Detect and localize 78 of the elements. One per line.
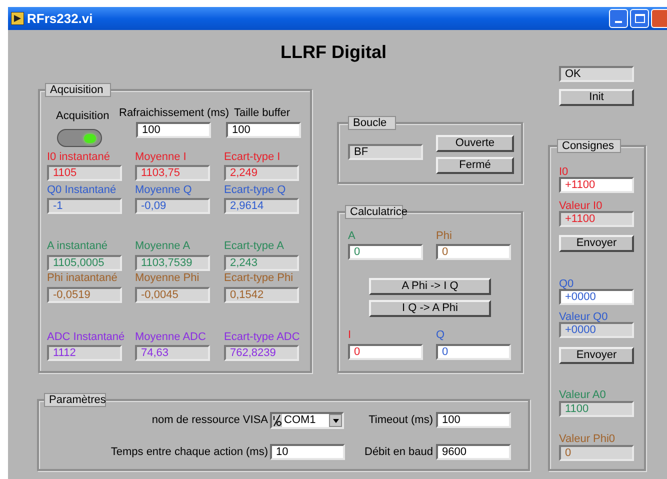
panel-title: LLRF Digital: [280, 42, 388, 62]
indicator-field: 0,1542: [224, 287, 299, 303]
field-label: Ecart-type A: [224, 240, 284, 253]
group-label: Paramètres: [44, 393, 106, 407]
panel-button[interactable]: Fermé: [436, 157, 514, 174]
panel-button[interactable]: Init: [559, 89, 634, 106]
field-label: Moyenne Phi: [135, 272, 200, 285]
field-label: Ecart-type Q: [224, 184, 286, 197]
field-label: Ecart-type ADC: [224, 331, 300, 344]
field-label: Valeur I0: [559, 200, 602, 213]
indicator-field: 0: [559, 445, 634, 461]
field-label: Temps entre chaque action (ms): [110, 446, 268, 459]
field-label: Timeout (ms): [368, 414, 433, 427]
input-field[interactable]: 10: [270, 444, 345, 460]
group-label: Consignes: [557, 139, 621, 153]
field-label: Q: [436, 329, 445, 342]
indicator-field: BF: [348, 144, 423, 160]
input-field[interactable]: 0: [348, 244, 423, 260]
field-label: I0: [559, 166, 568, 179]
indicator-field: +0000: [559, 322, 634, 338]
indicator-field: -1: [47, 198, 122, 214]
indicator-field: OK: [559, 66, 634, 82]
field-label: nom de ressource VISA: [152, 414, 268, 427]
field-label: Acquisition: [56, 110, 110, 123]
panel-button[interactable]: I Q -> A Phi: [369, 300, 491, 317]
group-label: Boucle: [348, 116, 396, 130]
input-field[interactable]: 0: [348, 344, 423, 360]
input-field[interactable]: 9600: [436, 444, 511, 460]
field-label: Rafraichissement (ms): [119, 107, 230, 120]
input-field[interactable]: +1100: [559, 177, 634, 193]
field-label: Moyenne Q: [135, 184, 192, 197]
input-field[interactable]: 100: [226, 122, 301, 138]
indicator-field: 1103,75: [135, 165, 210, 181]
indicator-field: -0,09: [135, 198, 210, 214]
field-label: Phi: [436, 230, 452, 243]
field-label: Moyenne A: [135, 240, 190, 253]
field-label: A: [348, 230, 356, 243]
field-label: Taille buffer: [234, 107, 290, 120]
field-label: Phi inatantané: [47, 272, 118, 285]
indicator-field: 1105,0005: [47, 255, 122, 271]
field-label: ADC Instantané: [47, 331, 125, 344]
indicator-field: -0,0045: [135, 287, 210, 303]
indicator-field: 74,63: [135, 345, 210, 361]
indicator-field: 1100: [559, 401, 634, 417]
field-label: A instantané: [47, 240, 108, 253]
field-label: Moyenne I: [135, 151, 186, 164]
field-label: Q0 Instantané: [47, 184, 116, 197]
field-label: Débit en baud: [364, 446, 433, 459]
field-label: Valeur Phi0: [559, 433, 616, 446]
input-field[interactable]: +0000: [559, 289, 634, 305]
indicator-field: 1103,7539: [135, 255, 210, 271]
input-field[interactable]: 0: [436, 244, 511, 260]
dropdown-field[interactable]: COM1: [270, 412, 344, 429]
field-label: I0 instantané: [47, 151, 110, 164]
indicator-field: 2,9614: [224, 198, 299, 214]
panel-button[interactable]: Ouverte: [436, 135, 514, 152]
group-label: Aqcuisition: [45, 83, 111, 97]
panel-button[interactable]: Envoyer: [559, 347, 634, 364]
indicator-field: +1100: [559, 211, 634, 227]
indicator-field: 762,8239: [224, 345, 299, 361]
field-label: I: [348, 329, 352, 342]
field-label: Ecart-type I: [224, 151, 280, 164]
field-label: Moyenne ADC: [135, 331, 206, 344]
panel-button[interactable]: A Phi -> I Q: [369, 278, 491, 295]
field-label: Ecart-type Phi: [224, 272, 294, 285]
panel-button[interactable]: Envoyer: [559, 235, 634, 252]
indicator-field: 1105: [47, 165, 122, 181]
indicator-field: -0,0519: [47, 287, 122, 303]
field-label: Q0: [559, 278, 574, 291]
input-field[interactable]: 100: [436, 412, 511, 428]
field-label: Valeur A0: [559, 389, 606, 402]
indicator-field: 1112: [47, 345, 122, 361]
window-title: RFrs232.vi: [27, 11, 93, 26]
input-field[interactable]: 100: [136, 122, 211, 138]
indicator-field: 2,249: [224, 165, 299, 181]
input-field[interactable]: 0: [436, 344, 511, 360]
field-label: Valeur Q0: [559, 311, 608, 324]
indicator-field: 2,243: [224, 255, 299, 271]
